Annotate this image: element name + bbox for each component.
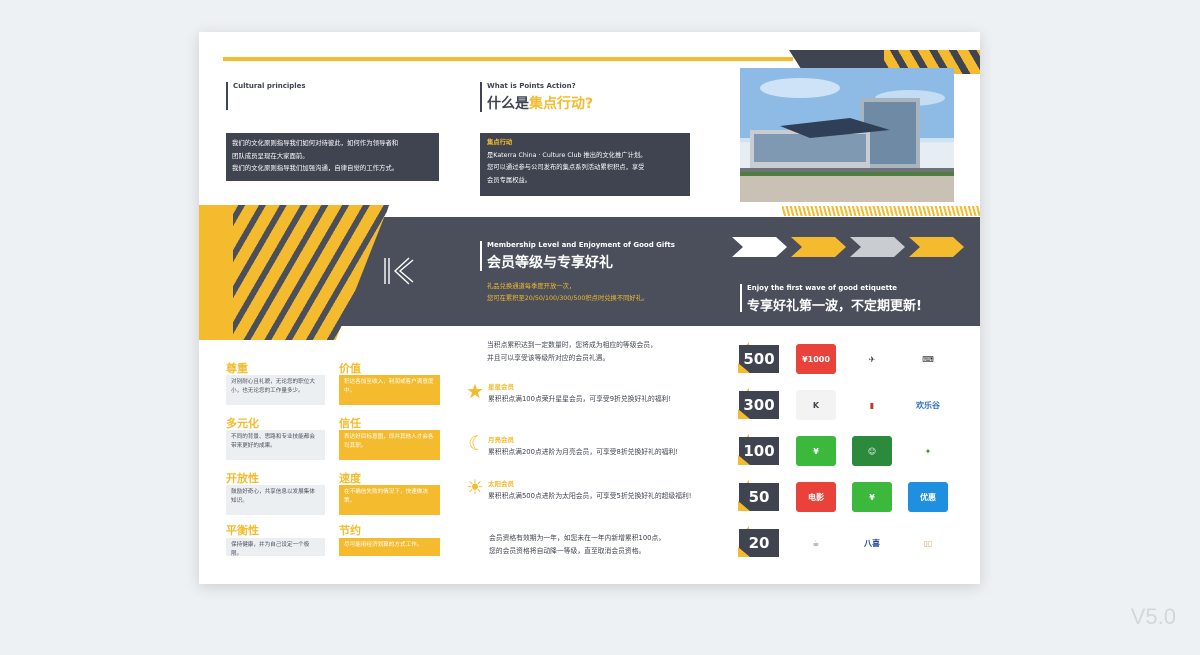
intro-line: 团队成员呈现在大家面前。: [232, 151, 309, 160]
note-line: 您可在累积至20/50/100/300/500积点时兑换不同好礼。: [487, 295, 649, 302]
building-illustration: [740, 68, 954, 202]
sun-icon: ☀: [466, 475, 484, 499]
k-logo-icon: [377, 250, 419, 292]
cultural-intro-box: 我们的文化原则指导我们如何对待彼此，如何作为领导者和 团队成员呈现在大家面前。 …: [226, 133, 439, 181]
points-title-highlight: 集点行动?: [529, 96, 594, 112]
membership-heading-small: Membership Level and Enjoyment of Good G…: [487, 241, 675, 249]
value-text: 对别耐心且礼貌，无论您的职位大小，也无论您的工作量多少。: [226, 375, 325, 405]
keyboard-icon: ⌨: [908, 344, 948, 374]
meituan-icon: 电影: [796, 482, 836, 512]
tier-text: 累积积点满500点进阶为太阳会员，可享受5折兑换好礼的超级福利!: [488, 492, 692, 500]
moon-icon: ☾: [468, 431, 486, 455]
chevron-arrows: [732, 237, 972, 257]
katerra-logo-icon: K: [796, 390, 836, 420]
heading-bar: [226, 82, 228, 110]
tiers-intro-line: 当积点累积达到一定数量时，您将成为相应的等级会员，: [487, 341, 657, 349]
tiers-intro: 当积点累积达到一定数量时，您将成为相应的等级会员， 并且可以享受该等级所对应的会…: [487, 339, 657, 365]
value-title: 节约: [339, 524, 361, 537]
lipstick-icon: ▮: [852, 390, 892, 420]
points-badge: 500: [739, 345, 779, 373]
value-text: 鼓励好奇心，共享信息以发展集体知识。: [226, 485, 325, 515]
brochure-sheet: Cultural principles 我们的文化原则指导我们如何对待彼此，如何…: [199, 32, 980, 584]
chevron-icon: [850, 237, 905, 257]
gift-row: 50 电影 ¥ 优惠: [739, 480, 969, 514]
points-badge: 20: [739, 529, 779, 557]
validity-line: 会员资格有效期为一年，如您未在一年内新增累积100点，: [489, 534, 666, 542]
star-icon: ★: [466, 379, 484, 403]
value-title: 速度: [339, 472, 361, 485]
wechat-card-small-icon: ¥: [852, 482, 892, 512]
green-app-icon: ☺: [852, 436, 892, 466]
tier-name: 月亮会员: [488, 436, 514, 444]
points-badge: 300: [739, 391, 779, 419]
value-title: 信任: [339, 417, 361, 430]
points-badge: 100: [739, 437, 779, 465]
intro-line: 我们的文化原则指导我们加强沟通，自律自觉的工作方式。: [232, 164, 399, 172]
points-title: 什么是集点行动?: [487, 93, 593, 113]
value-text: 不同的背景、思路和专业技能都会带来更好的成果。: [226, 430, 325, 460]
value-text: 尽可能用经济划算的方式工作。: [339, 538, 440, 556]
gift-row: 300 K ▮ 欢乐谷: [739, 388, 969, 422]
milk-tea-icon: ☕: [796, 528, 836, 558]
points-box-line: 会员专属权益。: [487, 176, 532, 184]
value-text: 积达各加至收入，利润或客户满意度中。: [339, 375, 440, 405]
wechat-card-icon: ¥: [796, 436, 836, 466]
building-photo: [740, 68, 954, 202]
points-title-prefix: 什么是: [487, 96, 529, 112]
points-box: 集点行动 是Katerra China · Culture Club 推出的文化…: [480, 133, 690, 196]
heading-bar: [740, 284, 742, 312]
value-title: 多元化: [226, 417, 259, 430]
membership-title: 会员等级与专享好礼: [487, 255, 613, 271]
intro-line: 我们的文化原则指导我们如何对待彼此，如何作为领导者和: [232, 139, 399, 147]
gift-row: 20 ☕ 八喜 ▯▯: [739, 526, 969, 560]
gift-card-icon: ¥1000: [796, 344, 836, 374]
validity-note: 会员资格有效期为一年，如您未在一年内新增累积100点， 您的会员资格将自动降一等…: [489, 532, 665, 558]
value-title: 价值: [339, 362, 361, 375]
gift-row: 100 ¥ ☺ ✦: [739, 434, 969, 468]
note-line: 礼品兑换通道每季度开放一次，: [487, 283, 576, 290]
tubes-icon: ▯▯: [908, 528, 948, 558]
cultural-principles-heading: Cultural principles: [233, 82, 306, 90]
tier-name: 太阳会员: [488, 480, 514, 488]
points-heading-small: What is Points Action?: [487, 82, 576, 90]
chevron-icon: [791, 237, 846, 257]
membership-note: 礼品兑换通道每季度开放一次， 您可在累积至20/50/100/300/500积点…: [487, 281, 648, 305]
baxi-logo-icon: 八喜: [852, 528, 892, 558]
coupon-app-icon: 优惠: [908, 482, 948, 512]
points-badge: 50: [739, 483, 779, 511]
points-box-line: 您可以通过参与公司发布的集点系列活动累积积点，享受: [487, 164, 645, 171]
points-box-label: 集点行动: [487, 139, 513, 146]
gifts-title: 专享好礼第一波，不定期更新!: [747, 299, 922, 314]
tiers-intro-line: 并且可以享受该等级所对应的会员礼遇。: [487, 354, 610, 362]
tier-moon: ☾ 月亮会员 累积积点满200点进阶为月亮会员，可享受8折兑换好礼的福利!: [466, 432, 726, 462]
photo-stripes: [782, 206, 980, 216]
gifts-heading-small: Enjoy the first wave of good etiquette: [747, 284, 898, 292]
gift-grid: 500 ¥1000 ✈ ⌨ 300 K ▮ 欢乐谷 100 ¥ ☺ ✦ 50 电影 ¥ 优惠 20 ☕ 八喜 ▯▯: [739, 342, 969, 567]
top-accent-line: [223, 57, 793, 61]
tier-sun: ☀ 太阳会员 累积积点满500点进阶为太阳会员，可享受5折兑换好礼的超级福利!: [466, 476, 726, 506]
value-text: 在不确信失败的情况下，快速做决策。: [339, 485, 440, 515]
chevron-icon: [732, 237, 787, 257]
tier-name: 星星会员: [488, 383, 514, 391]
tier-star: ★ 星星会员 累积积点满100点荣升星星会员，可享受9折兑换好礼的福利!: [466, 379, 726, 409]
value-title: 平衡性: [226, 524, 259, 537]
points-box-line: 是Katerra China · Culture Club 推出的文化推广计划。: [487, 151, 647, 159]
gift-row: 500 ¥1000 ✈ ⌨: [739, 342, 969, 376]
happy-valley-icon: 欢乐谷: [908, 390, 948, 420]
tier-text: 累积积点满200点进阶为月亮会员，可享受8折兑换好礼的福利!: [488, 448, 678, 456]
value-text: 表达好目标意图，即并其他人才会各司其职。: [339, 430, 440, 460]
value-title: 开放性: [226, 472, 259, 485]
chevron-icon: [909, 237, 964, 257]
drone-icon: ✈: [852, 344, 892, 374]
tier-text: 累积积点满100点荣升星星会员，可享受9折兑换好礼的福利!: [488, 395, 672, 403]
value-text: 保持健康，并为自己设定一个极限。: [226, 538, 325, 557]
validity-line: 您的会员资格将自动降一等级，直至取消会员资格。: [489, 547, 646, 555]
version-label: V5.0: [1130, 604, 1176, 629]
heading-bar: [480, 82, 482, 112]
value-title: 尊重: [226, 362, 248, 375]
sports-logo-icon: ✦: [908, 436, 948, 466]
heading-bar: [480, 241, 482, 271]
